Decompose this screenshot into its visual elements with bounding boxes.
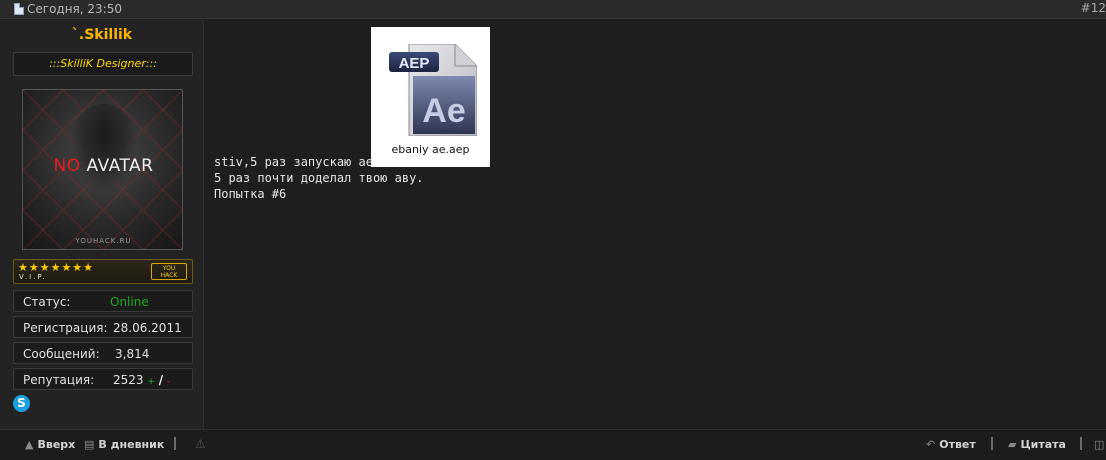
avatar-avatar-text: AVATAR [86,156,154,176]
reply-button[interactable]: ↶ Ответ [926,438,976,451]
stat-status: Статус: Online [13,290,193,312]
footer-separator [1080,437,1082,450]
attachment-thumbnail[interactable]: AEP Ae ebaniy ae.aep [371,27,490,167]
post-header: Сегодня, 23:50 #12 [0,0,1106,19]
reputation-number: 2523 [113,373,144,387]
reputation-separator: / [158,373,164,387]
avatar-hood-silhouette [69,104,139,194]
stat-messages-label: Сообщений: [23,347,100,361]
scroll-up-label: Вверх [37,438,76,451]
post-message: stiv,5 раз запускаю ae 5 раз почти додела… [214,154,424,202]
up-arrow-icon: ▲ [25,438,34,451]
stat-messages-value: 3,814 [115,347,150,361]
add-to-diary-button[interactable]: ▤ В дневник [84,438,164,451]
vip-badge: ★★★★★★★ V.I.P. YOU HACK [13,259,193,284]
document-icon [14,3,24,15]
stat-status-label: Статус: [23,295,71,309]
avatar-site-text: YOUHACK.RU [75,237,132,245]
quote-bubble-icon: ▰ [1008,438,1017,451]
quote-button[interactable]: ▰ Цитата [1008,438,1066,451]
vip-label: V.I.P. [19,273,47,281]
message-line: stiv,5 раз запускаю ae [214,155,373,169]
youhack-logo-bottom: HACK [160,272,178,279]
reputation-minus-button[interactable]: - [167,377,170,387]
youhack-logo-top: YOU [162,265,176,272]
stat-reputation: Репутация: 2523 + / - [13,368,193,390]
message-line: 5 раз почти доделал твою аву. [214,171,424,185]
avatar[interactable]: NO AVATAR YOUHACK.RU [22,89,183,250]
reply-label: Ответ [939,438,976,451]
user-title: :::SkilliK Designer::: [13,52,193,76]
reply-arrow-icon: ↶ [926,438,936,451]
stat-registration-value: 28.06.2011 [113,321,182,335]
stat-registration: Регистрация: 28.06.2011 [13,316,193,338]
post-content: AEP Ae ebaniy ae.aep stiv,5 раз запускаю… [205,20,1106,429]
stat-messages: Сообщений: 3,814 [13,342,193,364]
report-warning-icon[interactable]: ⚠ [195,437,206,451]
scroll-up-button[interactable]: ▲ Вверх [25,438,75,451]
user-sidebar: `.Skillik :::SkilliK Designer::: NO AVAT… [0,20,204,429]
stat-reputation-value: 2523 + / - [113,373,170,387]
message-line: Попытка #6 [214,187,287,201]
quote-label: Цитата [1020,438,1066,451]
stat-registration-label: Регистрация: [23,321,108,335]
diary-icon: ▤ [84,438,95,451]
stat-reputation-label: Репутация: [23,373,95,387]
ae-logo-text: Ae [422,92,465,130]
reputation-plus-button[interactable]: + [147,377,155,387]
stat-status-value: Online [110,295,149,309]
footer-separator [174,437,176,450]
username-link[interactable]: `.Skillik [0,27,204,43]
avatar-no-text: NO [53,156,81,176]
add-to-diary-label: В дневник [98,438,165,451]
skype-icon[interactable]: S [13,395,30,412]
aep-badge-text: AEP [399,55,430,72]
youhack-logo: YOU HACK [151,263,187,280]
multiquote-icon[interactable]: ◫ [1094,438,1104,451]
post-date-text: Сегодня, 23:50 [27,2,122,16]
aep-file-icon: AEP Ae [389,44,477,136]
post-footer: ▲ Вверх ▤ В дневник ⚠ ↶ Ответ ▰ Цитата ◫ [0,429,1106,460]
footer-separator [991,437,993,450]
avatar-caption: NO AVATAR [23,156,182,176]
post-number-link[interactable]: #12 [1081,1,1106,15]
post-date: Сегодня, 23:50 [14,2,122,16]
